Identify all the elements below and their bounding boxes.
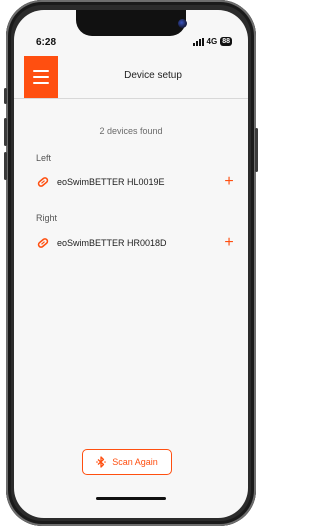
section-label-left: Left xyxy=(36,153,52,163)
phone-volume-up-button xyxy=(4,118,7,146)
notch xyxy=(76,10,187,36)
device-name: eoSwimBETTER HL0019E xyxy=(57,177,165,187)
app-header: Device setup xyxy=(14,56,248,99)
hamburger-menu-icon[interactable] xyxy=(24,56,58,98)
bluetooth-icon xyxy=(96,456,107,468)
app-screen: 6:28 4G 88 Device setup 2 devices found … xyxy=(14,10,248,518)
page-title: Device setup xyxy=(124,70,182,81)
signal-icon xyxy=(192,37,204,46)
devices-found-text: 2 devices found xyxy=(99,126,163,136)
home-indicator[interactable] xyxy=(96,497,166,500)
add-right-device-button[interactable]: + xyxy=(222,235,236,251)
phone-power-button xyxy=(255,128,258,172)
section-label-right: Right xyxy=(36,213,58,223)
camera-icon xyxy=(178,19,187,28)
page: 6:28 4G 88 Device setup 2 devices found … xyxy=(0,0,262,528)
device-row-left[interactable]: eoSwimBETTER HL0019E + xyxy=(36,173,236,191)
scan-again-button[interactable]: Scan Again xyxy=(82,449,172,475)
status-time: 6:28 xyxy=(36,37,57,48)
scan-again-label: Scan Again xyxy=(112,457,158,467)
phone-side-button xyxy=(4,88,7,104)
status-indicators: 4G 88 xyxy=(192,37,232,46)
paddle-device-icon xyxy=(37,238,49,248)
add-left-device-button[interactable]: + xyxy=(222,174,236,190)
battery-icon: 88 xyxy=(220,37,232,46)
paddle-device-icon xyxy=(37,177,49,187)
device-row-right[interactable]: eoSwimBETTER HR0018D + xyxy=(36,234,236,252)
phone-volume-down-button xyxy=(4,152,7,180)
device-name: eoSwimBETTER HR0018D xyxy=(57,238,167,248)
network-label: 4G xyxy=(206,37,218,46)
